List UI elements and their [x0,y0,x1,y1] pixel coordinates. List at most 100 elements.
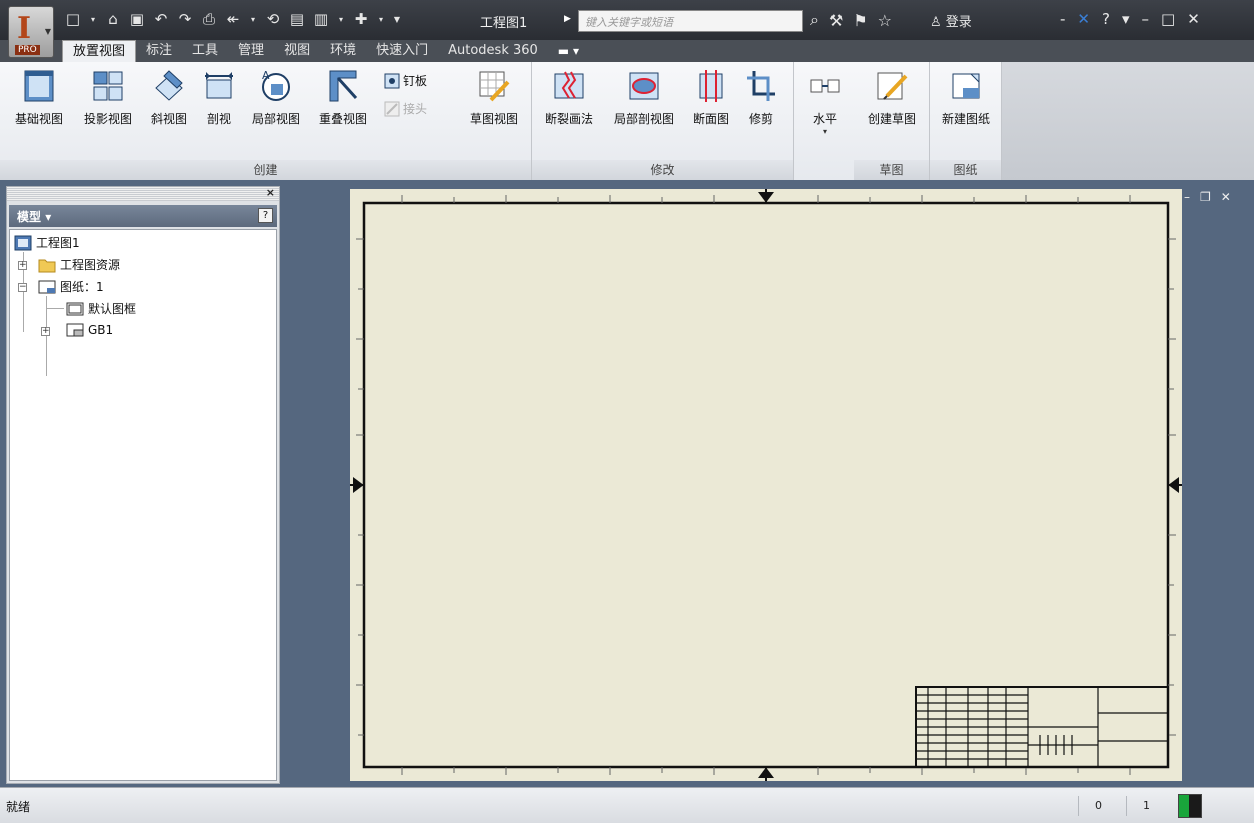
tab-annotate[interactable]: 标注 [136,40,182,62]
browser-header[interactable]: 模型 ▾ ? [9,205,277,227]
border-icon [66,302,84,315]
minimize-dropdown-icon[interactable]: - [1060,10,1065,28]
image-icon[interactable]: ▤ [288,10,306,28]
panel-title-modify: 修改 [532,160,793,180]
tree-item-drawing[interactable]: 工程图1 [14,234,80,251]
tab-tools[interactable]: 工具 [182,40,228,62]
collapse-minus-icon[interactable]: − [18,283,27,292]
detail-view-label: 局部视图 [251,112,300,126]
create-sketch-button[interactable]: 创建草图 [856,68,928,127]
projected-view-button[interactable]: 投影视图 [76,68,140,127]
crop-button[interactable]: 修剪 [740,68,782,127]
login-label: 登录 [945,15,972,30]
connector-button[interactable]: 接头 [384,100,427,117]
browser-grip[interactable] [7,187,279,201]
chevron-down-icon[interactable]: ▾ [248,10,258,28]
binoculars-icon[interactable]: ⌕ [810,10,819,30]
expand-plus-icon[interactable]: + [41,327,50,336]
save-icon[interactable]: ▣ [128,10,146,28]
exchange-x-icon[interactable]: ✕ [1077,10,1090,28]
tree-item-drawing-resources[interactable]: 工程图资源 [38,256,120,273]
browser-help-icon[interactable]: ? [258,208,273,223]
communication-center-icon[interactable]: ⚑ [853,11,867,30]
tab-autodesk-360[interactable]: Autodesk 360 [438,40,548,62]
tree-item-default-border[interactable]: 默认图框 [66,300,136,317]
new-file-icon[interactable]: □ [64,10,82,28]
customize-arrow-icon[interactable]: ▼ [392,10,402,28]
slice-button[interactable]: 断面图 [684,68,738,127]
tree-line [46,308,64,309]
redo-icon[interactable]: ↷ [176,10,194,28]
ribbon-tabs: 放置视图 标注 工具 管理 视图 环境 快速入门 Autodesk 360 ▬ … [62,38,589,62]
browser-title-text: 模型 [17,210,42,224]
search-expand-icon[interactable]: ▶ [564,14,571,24]
chevron-down-icon[interactable]: ▾ [336,10,346,28]
panel-title-sketch: 草图 [854,160,929,180]
application-menu-button[interactable]: I ▼ PRO [8,6,54,58]
window-close-icon[interactable]: ✕ [1221,190,1231,204]
print-icon[interactable]: ⎙ [200,10,218,28]
login-button[interactable]: ♙ 登录 [930,11,972,30]
status-count-b: 1 [1126,796,1166,816]
ribbon-display-options-icon[interactable]: ▬ ▾ [548,40,589,62]
section-view-icon [205,72,233,99]
open-folder-icon[interactable]: ⌂ [104,10,122,28]
base-view-button[interactable]: 基础视图 [6,68,72,127]
break-out-button[interactable]: 局部剖视图 [606,68,682,127]
auxiliary-view-label: 斜视图 [150,112,187,126]
properties-icon[interactable]: ▥ [312,10,330,28]
section-view-button[interactable]: 剖视 [198,68,240,127]
ribbon-empty-area [1002,62,1254,180]
chevron-down-icon[interactable]: ▾ [1122,10,1130,28]
break-out-icon [629,72,659,100]
window-minimize-icon[interactable]: – [1142,10,1150,28]
section-view-label: 剖视 [206,112,231,126]
tab-manage[interactable]: 管理 [228,40,274,62]
favorites-star-icon[interactable]: ☆ [878,11,892,30]
tree-label: 默认图框 [88,302,137,316]
window-minimize-icon[interactable]: – [1184,190,1190,204]
draft-view-button[interactable]: 草图视图 [458,68,530,127]
update-icon[interactable]: ⟲ [264,10,282,28]
panel-title-sheets: 图纸 [930,160,1001,180]
window-controls: - ✕ ? ▾ – □ ✕ [1060,10,1200,28]
search-input[interactable]: 键入关键字或短语 [578,10,803,32]
move-icon[interactable]: ✚ [352,10,370,28]
new-sheet-label: 新建图纸 [941,112,990,126]
chevron-down-icon[interactable]: ▾ [88,10,98,28]
tree-item-sheet[interactable]: 图纸：1 [38,278,104,295]
window-restore-icon[interactable]: ❐ [1200,190,1211,204]
expand-plus-icon[interactable]: + [18,261,27,270]
break-button[interactable]: 断裂画法 [534,68,604,127]
undo-icon[interactable]: ↶ [152,10,170,28]
overlay-view-button[interactable]: 重叠视图 [310,68,376,127]
drawing-sheet[interactable] [350,189,1182,781]
base-view-icon [24,70,54,102]
window-close-icon[interactable]: ✕ [1187,10,1200,28]
detail-view-button[interactable]: A 局部视图 [244,68,308,127]
status-message: 就绪 [6,800,31,814]
return-icon[interactable]: ↞ [224,10,242,28]
tab-place-views[interactable]: 放置视图 [62,40,137,62]
close-icon[interactable]: × [266,186,275,199]
horizontal-align-button[interactable]: 水平 ▾ [800,68,850,136]
nailboard-button[interactable]: 钉板 [384,72,427,89]
auxiliary-view-button[interactable]: 斜视图 [142,68,196,127]
tree-item-title-block[interactable]: GB1 [66,322,113,338]
chevron-down-icon[interactable]: ▾ [376,10,386,28]
tab-view[interactable]: 视图 [274,40,320,62]
projected-view-icon [93,71,123,101]
create-sketch-icon [877,72,908,100]
tab-get-started[interactable]: 快速入门 [366,40,438,62]
folder-icon [38,259,56,272]
tab-environments[interactable]: 环境 [320,40,366,62]
help-icon[interactable]: ? [1102,10,1110,28]
nailboard-label: 钉板 [403,74,428,88]
browser-tree: 工程图1 + 工程图资源 − 图纸：1 默认图框 + GB1 [9,229,277,781]
connector-icon [384,101,400,116]
new-sheet-button[interactable]: 新建图纸 [932,68,1000,127]
model-browser: × 模型 ▾ ? 工程图1 + 工程图资源 − 图纸：1 默认图框 + GB1 [6,186,280,784]
wrench-icon[interactable]: ⚒ [829,11,843,30]
new-sheet-icon [952,73,980,99]
window-maximize-icon[interactable]: □ [1161,10,1175,28]
